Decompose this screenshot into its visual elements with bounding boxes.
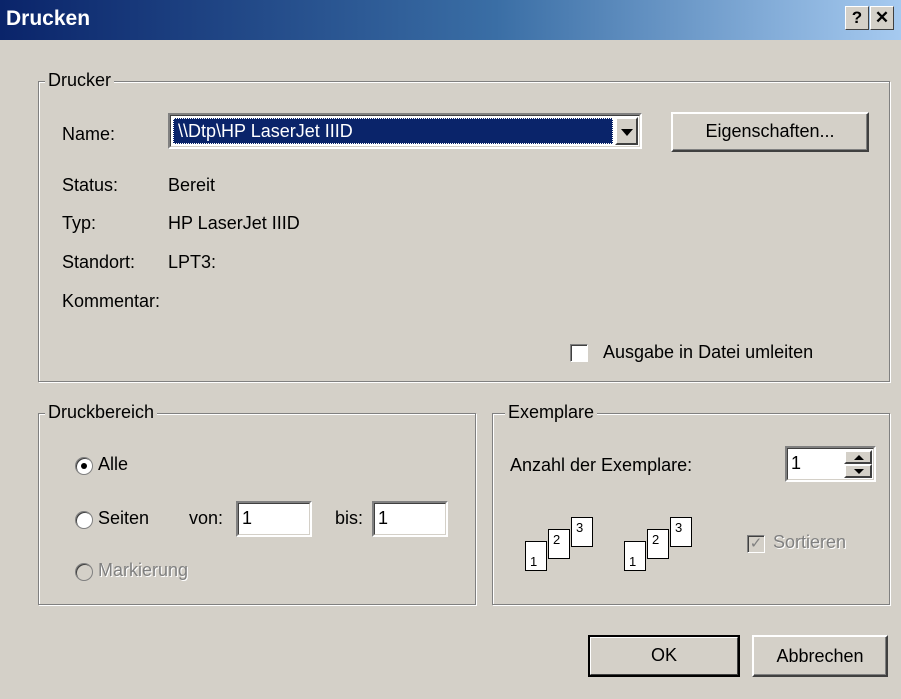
copies-count-label: Anzahl der Exemplare: — [510, 455, 693, 475]
properties-button[interactable]: Eigenschaften... — [671, 112, 869, 152]
radio-pages-label[interactable]: Seiten — [98, 508, 149, 529]
from-label: von: — [189, 508, 224, 528]
radio-all-label[interactable]: Alle — [98, 454, 128, 475]
location-value: LPT3: — [168, 252, 217, 272]
print-dialog: Drucken ? ✕ Drucker Name: \\Dtp\HP Laser… — [0, 0, 901, 699]
copies-group-label: Exemplare — [505, 402, 598, 423]
from-input[interactable]: 1 — [236, 501, 312, 537]
printer-name-selection: \\Dtp\HP LaserJet IIID — [173, 118, 613, 144]
printer-group-label: Drucker — [45, 70, 115, 91]
ok-button-label: OK — [650, 645, 677, 665]
page-icon: 3 — [571, 517, 593, 547]
radio-pages[interactable] — [75, 511, 93, 529]
location-label: Standort: — [62, 252, 136, 272]
page-icon: 3 — [670, 517, 692, 547]
page-icon: 1 — [624, 541, 646, 571]
help-icon: ? — [851, 8, 863, 27]
help-button[interactable]: ? — [845, 6, 869, 30]
spin-down-icon — [854, 469, 864, 474]
status-value: Bereit — [168, 175, 216, 195]
radio-selection-label: Markierung — [98, 560, 189, 580]
to-input[interactable]: 1 — [372, 501, 448, 537]
close-button[interactable]: ✕ — [870, 6, 894, 30]
page-icon: 1 — [525, 541, 547, 571]
ok-button[interactable]: OK — [588, 635, 740, 677]
type-label: Typ: — [62, 213, 97, 233]
printer-dropdown-button[interactable] — [615, 117, 638, 145]
cancel-button-label: Abbrechen — [776, 646, 864, 666]
printer-name-select[interactable]: \\Dtp\HP LaserJet IIID — [168, 113, 642, 149]
radio-all[interactable] — [75, 457, 93, 475]
collate-checkbox: ✓ — [747, 535, 765, 553]
printer-name-value: \\Dtp\HP LaserJet IIID — [178, 121, 353, 141]
to-value: 1 — [378, 508, 389, 528]
properties-button-label: Eigenschaften... — [705, 121, 835, 141]
spin-up-button[interactable] — [844, 450, 872, 464]
type-value: HP LaserJet IIID — [168, 213, 300, 233]
copies-count-value: 1 — [791, 453, 802, 473]
chevron-down-icon — [621, 129, 633, 136]
copies-count-spinner[interactable]: 1 — [785, 446, 876, 482]
spin-down-button[interactable] — [844, 464, 872, 478]
page-icon: 2 — [548, 529, 570, 559]
radio-selected-dot — [81, 463, 87, 469]
status-label: Status: — [62, 175, 119, 195]
copies-group: Exemplare — [492, 402, 890, 605]
title-bar[interactable]: Drucken ? ✕ — [0, 0, 901, 40]
printer-name-label: Name: — [62, 124, 116, 144]
print-to-file-checkbox[interactable] — [570, 344, 588, 362]
close-icon: ✕ — [874, 8, 890, 27]
spin-up-icon — [854, 455, 864, 460]
check-icon: ✓ — [749, 535, 763, 552]
comment-label: Kommentar: — [62, 291, 161, 311]
cancel-button[interactable]: Abbrechen — [752, 635, 888, 677]
print-to-file-label[interactable]: Ausgabe in Datei umleiten — [603, 342, 813, 363]
print-range-group-label: Druckbereich — [45, 402, 158, 423]
window-title: Drucken — [6, 7, 91, 30]
to-label: bis: — [335, 508, 364, 528]
page-icon: 2 — [647, 529, 669, 559]
radio-selection — [75, 563, 93, 581]
from-value: 1 — [242, 508, 253, 528]
collate-label: Sortieren — [773, 532, 847, 552]
